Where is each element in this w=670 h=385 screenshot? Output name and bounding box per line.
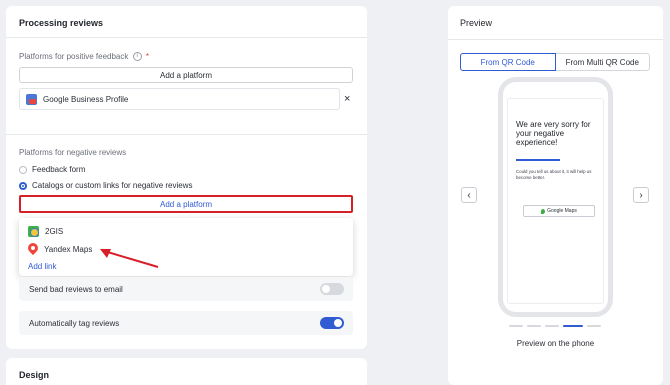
carousel-next-chevron-right-icon[interactable]: › (633, 187, 649, 203)
google-business-icon (26, 93, 37, 105)
send-bad-reviews-toggle[interactable] (320, 283, 344, 295)
positive-feedback-label-row: Platforms for positive feedback i * (19, 52, 149, 62)
phone-button-label: Google Maps (547, 208, 577, 214)
auto-tag-toggle[interactable] (320, 317, 344, 329)
carousel-dot[interactable] (509, 325, 523, 327)
preview-tabs: From QR Code From Multi QR Code (460, 53, 650, 71)
yandex-maps-icon (28, 243, 38, 255)
carousel-dot[interactable] (587, 325, 601, 327)
toggle-knob (334, 319, 342, 327)
add-link[interactable]: Add link (28, 262, 56, 271)
carousel-prev-chevron-left-icon[interactable]: ‹ (461, 187, 477, 203)
design-title: Design (19, 370, 50, 380)
phone-preview: We are very sorry for your negative expe… (498, 77, 613, 317)
preview-title: Preview (460, 18, 493, 28)
carousel-dot[interactable] (545, 325, 559, 327)
dropdown-item-2gis[interactable]: 2GIS (28, 226, 63, 237)
toggle-row-auto-tag: Automatically tag reviews (19, 311, 353, 335)
processing-reviews-title: Processing reviews (19, 18, 104, 28)
phone-screen: We are very sorry for your negative expe… (507, 98, 604, 304)
map-pin-icon (541, 208, 546, 214)
toggle-label: Send bad reviews to email (29, 284, 123, 294)
dropdown-item-label: Yandex Maps (44, 244, 93, 254)
negative-reviews-label: Platforms for negative reviews (19, 148, 127, 157)
required-mark: * (145, 52, 149, 61)
positive-feedback-label: Platforms for positive feedback (19, 52, 129, 61)
divider (448, 39, 663, 40)
platform-name: Google Business Profile (43, 94, 129, 104)
toggle-label: Automatically tag reviews (29, 318, 120, 328)
phone-body-text: Could you tell us about it, it will help… (516, 169, 592, 180)
toggle-row-send-bad-reviews: Send bad reviews to email (19, 277, 353, 301)
dropdown-item-label: 2GIS (45, 227, 64, 236)
radio-catalogs-custom-links[interactable]: Catalogs or custom links for negative re… (19, 181, 193, 190)
divider (6, 37, 367, 38)
carousel-dot-active[interactable] (563, 325, 583, 327)
toggle-knob (322, 285, 330, 293)
preview-caption: Preview on the phone (516, 339, 595, 348)
platform-dropdown: 2GIS Yandex Maps Add link (19, 218, 353, 276)
radio-label: Catalogs or custom links for negative re… (32, 181, 193, 190)
carousel-indicators (509, 325, 601, 327)
remove-platform-close-icon[interactable]: × (344, 94, 350, 105)
radio-unchecked-icon[interactable] (19, 165, 27, 174)
phone-heading: We are very sorry for your negative expe… (516, 120, 591, 147)
radio-feedback-form[interactable]: Feedback form (19, 165, 85, 174)
design-card: Design (6, 358, 367, 385)
carousel-dot[interactable] (527, 325, 541, 327)
phone-heading-underline (516, 159, 560, 161)
radio-checked-icon[interactable] (19, 181, 27, 190)
phone-google-maps-button: Google Maps (523, 205, 595, 217)
platform-row-google-business: Google Business Profile (19, 88, 340, 110)
radio-label: Feedback form (32, 165, 86, 174)
info-icon[interactable]: i (132, 52, 142, 62)
add-platform-positive-button[interactable]: Add a platform (19, 67, 353, 83)
tab-from-multi-qr-code[interactable]: From Multi QR Code (555, 53, 650, 71)
divider (6, 134, 367, 135)
2gis-icon (28, 226, 39, 237)
dropdown-item-yandex-maps[interactable]: Yandex Maps (28, 243, 92, 255)
add-platform-negative-button[interactable]: Add a platform (19, 195, 353, 213)
tab-from-qr-code[interactable]: From QR Code (460, 53, 556, 71)
preview-card: Preview From QR Code From Multi QR Code … (448, 6, 663, 385)
